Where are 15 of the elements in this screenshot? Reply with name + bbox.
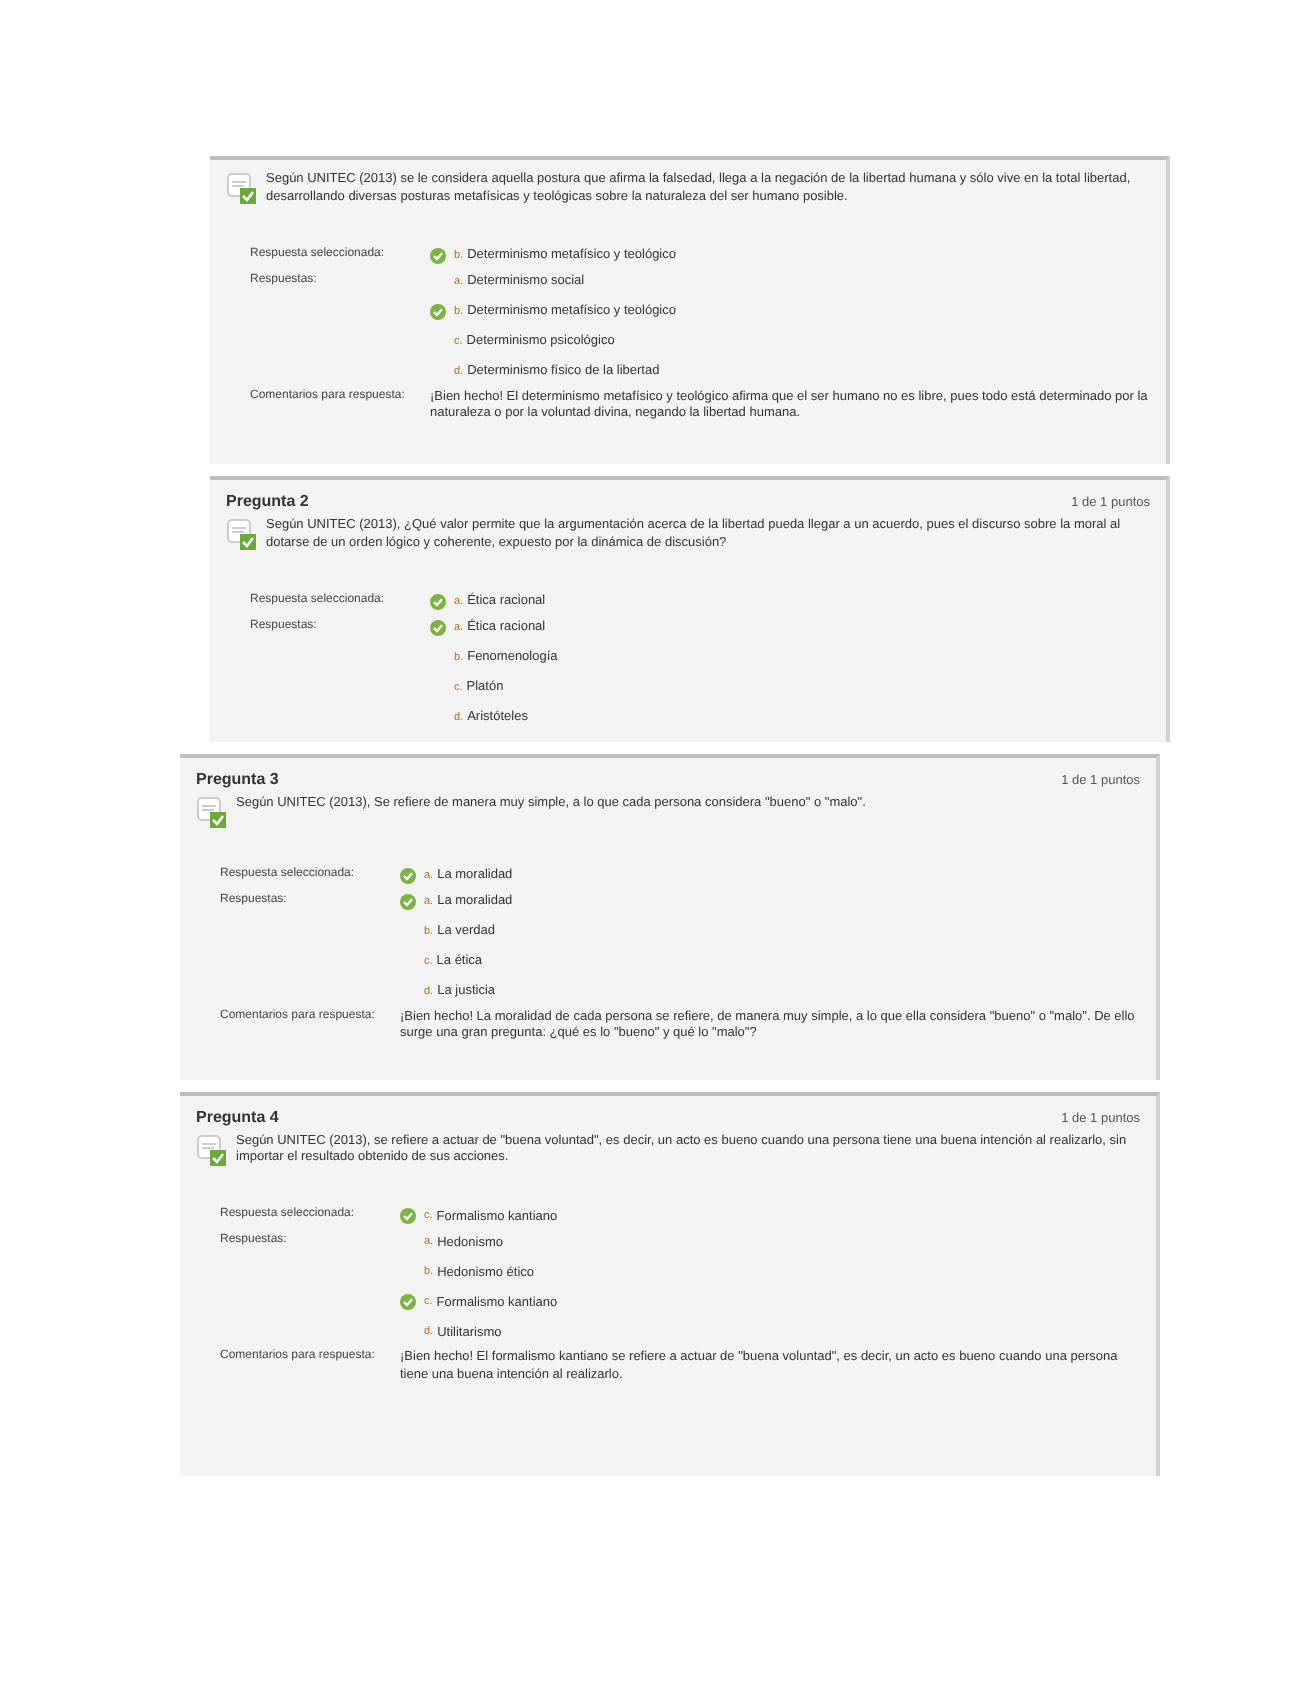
check-icon: [430, 619, 446, 636]
check-icon: [400, 867, 416, 884]
question-title: Pregunta 4: [196, 1107, 279, 1126]
check-icon: [400, 893, 416, 910]
check-icon: [400, 1208, 416, 1225]
graded-document-icon: [226, 172, 258, 204]
check-icon: [430, 303, 446, 320]
graded-document-icon: [196, 1133, 228, 1166]
check-icon: [400, 1294, 416, 1311]
graded-document-icon: [196, 795, 228, 828]
question-title: Pregunta 3: [196, 769, 279, 788]
graded-document-icon: [226, 518, 258, 550]
question-title: Pregunta 2: [226, 492, 309, 510]
check-icon: [430, 593, 446, 610]
check-icon: [430, 247, 446, 264]
